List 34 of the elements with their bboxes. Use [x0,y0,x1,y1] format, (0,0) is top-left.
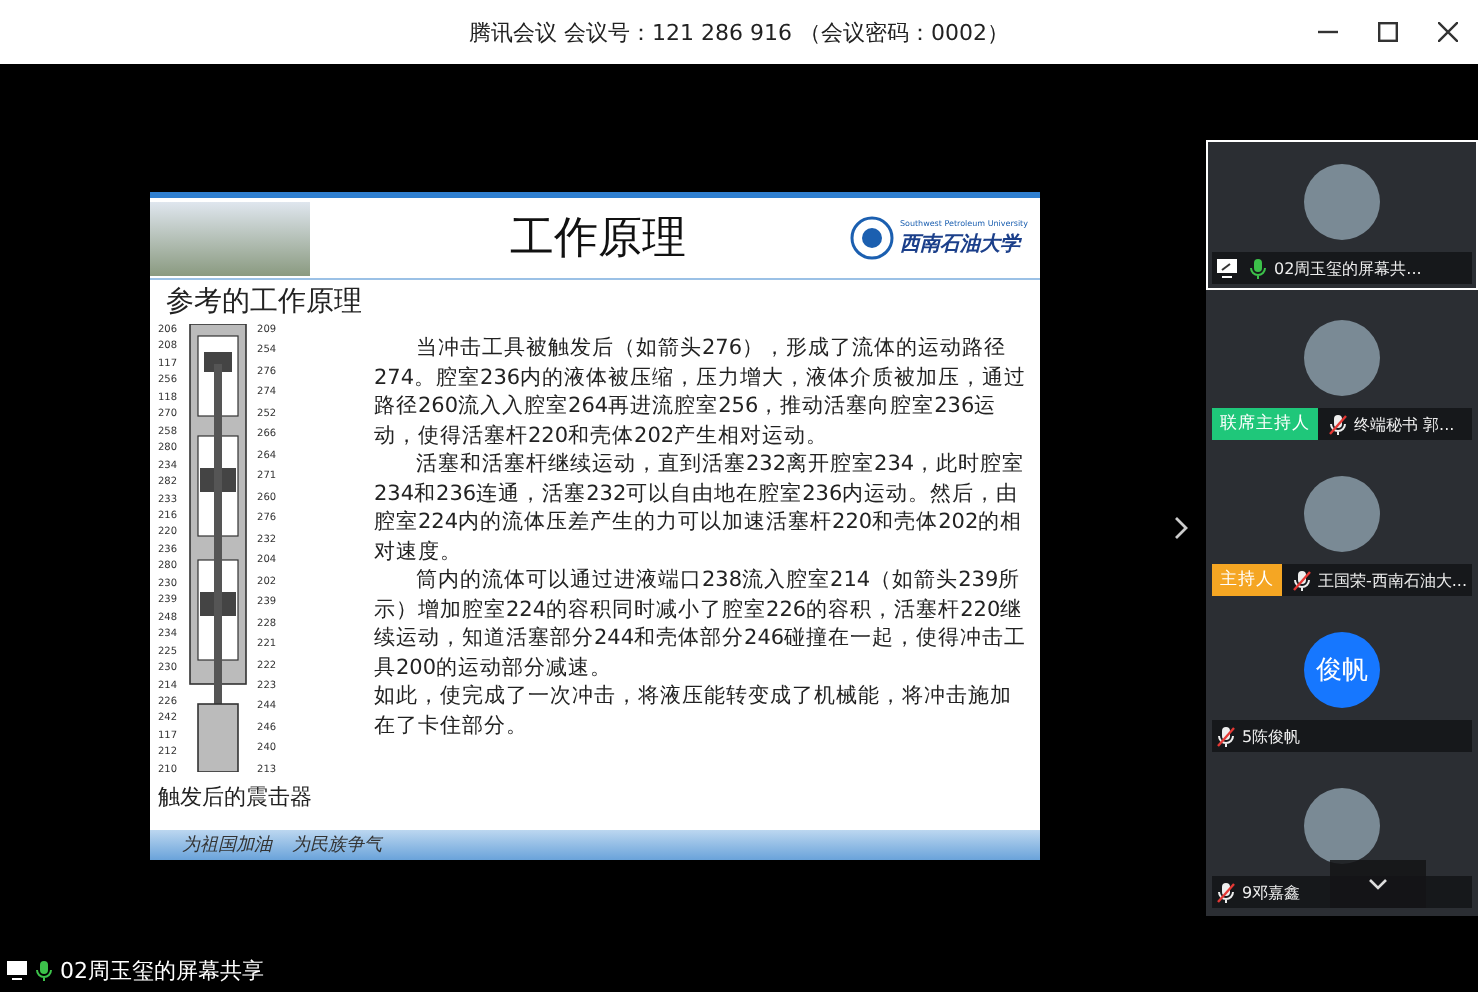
participant-name: 王国荣-西南石油大... [1318,569,1468,591]
participant-name: 终端秘书 郭... [1354,413,1455,435]
participant-tile[interactable]: 俊帆 5陈俊帆 [1206,608,1478,758]
slogan: 为民族争气 [292,833,382,858]
participant-name: 02周玉玺的屏幕共... [1274,257,1422,279]
avatar: 俊帆 [1304,632,1380,708]
avatar-placeholder [1304,320,1380,396]
logo-name: 西南石油大学 [899,231,1024,259]
participant-name: 5陈俊帆 [1242,725,1301,747]
paragraph: 如此，使完成了一次冲击，将液压能转变成了机械能，将冲击施加在了卡住部分。 [374,682,1014,740]
figure-caption: 触发后的震击器 [158,782,314,812]
participant-tile[interactable]: 联席主持人 终端秘书 郭... [1206,296,1478,446]
participant-tile[interactable]: 02周玉玺的屏幕共... [1206,140,1478,290]
paragraph: 当冲击工具被触发后（如箭头276），形成了流体的运动路径274。腔室236内的液体被压缩，压力增大，液体介质被加压，通过路径260流入入腔室264再进流腔室256，推动活塞向腔室236运动，使得活塞杆220和壳体202产生相对运动。 [374,334,1028,450]
participant-tile[interactable]: 主持人 王国荣-西南石油大... [1206,452,1478,602]
slogan: 为祖国加油 [182,833,272,858]
maximize-icon[interactable] [1378,22,1398,42]
role-badge: 主持人 [1212,564,1282,596]
chevron-right-icon[interactable] [1174,516,1188,540]
slide-title: 工作原理 [510,212,686,268]
avatar-placeholder [1304,476,1380,552]
paragraph: 筒内的流体可以通过进液端口238流入腔室214（如箭头239所示）增加腔室224的容积同时减小了腔室226的容积，活塞杆220继续运动，知道活塞部分244和壳体部分246碰撞在一起，使得冲击工具200的运动部分减速。 [374,566,1028,682]
avatar-placeholder [1304,164,1380,240]
screen-share-label: 02周玉玺的屏幕共享 [60,955,264,985]
role-badge: 联席主持人 [1212,408,1318,440]
chevron-down-icon [1368,878,1388,890]
screen-share-icon [6,960,28,980]
emblem-icon [849,216,894,260]
participant-name: 9邓嘉鑫 [1242,881,1301,903]
paragraph: 活塞和活塞杆继续运动，直到活塞232离开腔室234，此时腔室234和236连通，活塞232可以自由地在腔室236内运动。然后，由腔室224内的流体压差产生的力可以加速活塞杆220和壳体202的相对速度。 [374,450,1027,566]
avatar-placeholder [1304,788,1380,864]
slide-heading: 参考的工作原理 [166,284,364,320]
close-icon[interactable] [1438,22,1458,42]
window-title: 腾讯会议 会议号：121 286 916 （会议密码：0002） [469,17,1009,47]
